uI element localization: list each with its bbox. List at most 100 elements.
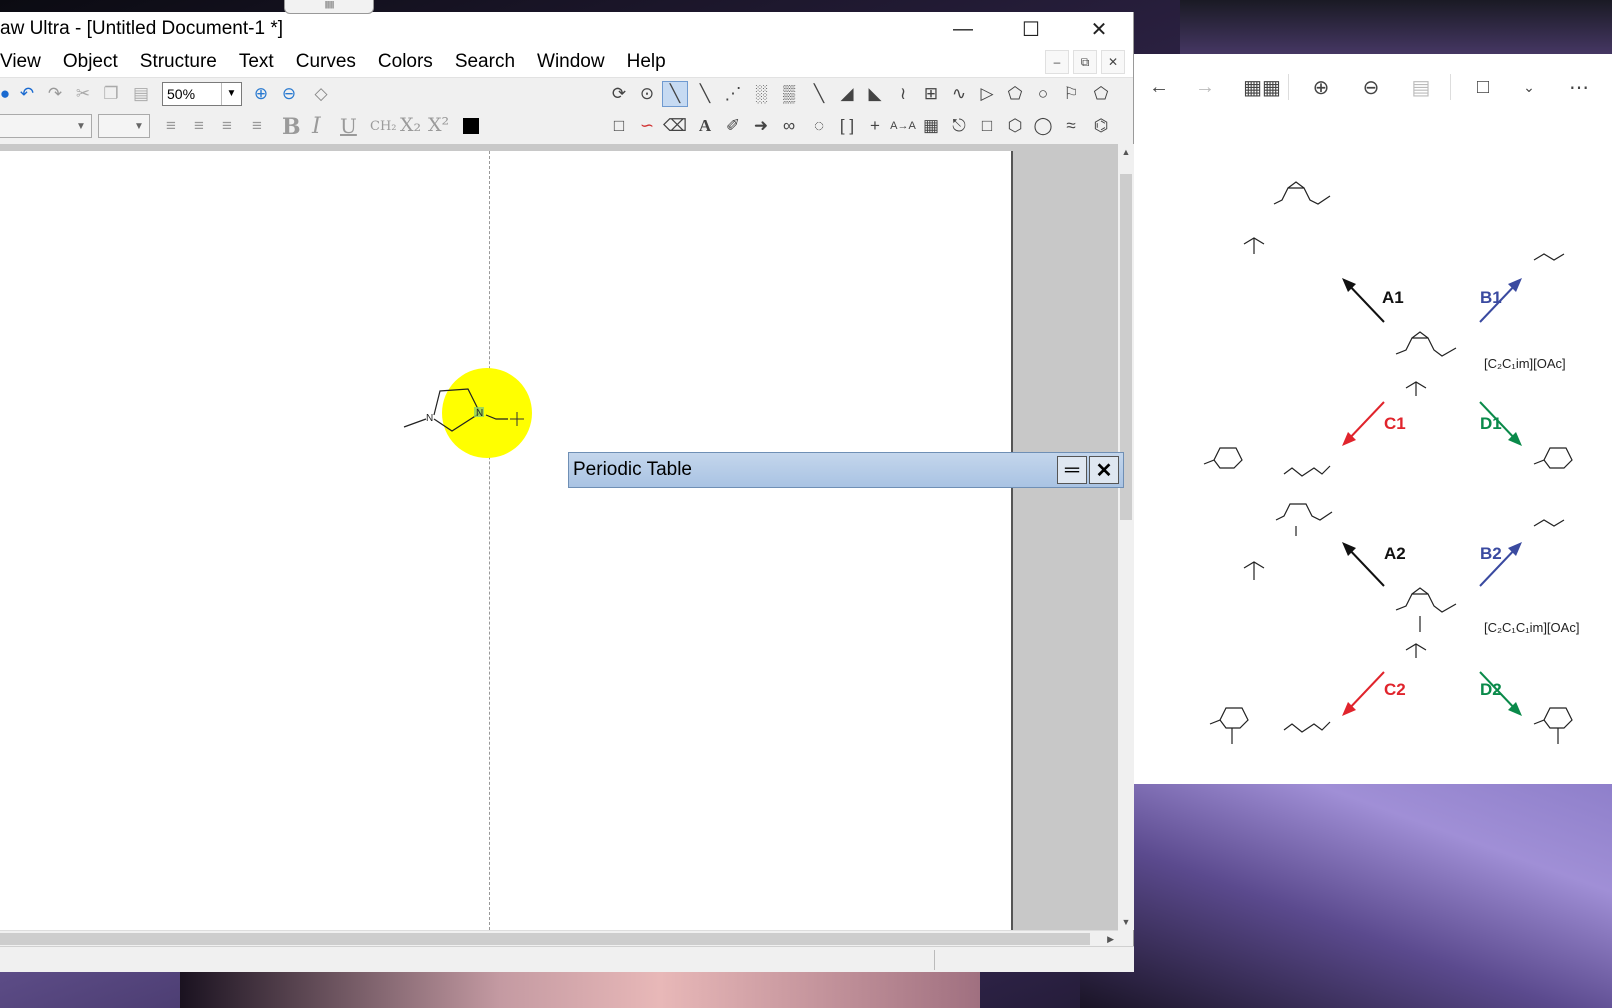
- copy-icon[interactable]: ❐: [98, 81, 124, 107]
- template-icon[interactable]: ▦: [918, 113, 944, 139]
- formula-button[interactable]: CH₂: [370, 119, 397, 134]
- chevron-down-icon[interactable]: ▼: [71, 115, 91, 137]
- molecule-structure[interactable]: N N: [396, 369, 596, 469]
- undo-icon[interactable]: ↶: [14, 81, 40, 107]
- menu-object[interactable]: Object: [52, 51, 129, 73]
- redo-icon[interactable]: ↷: [42, 81, 68, 107]
- menu-view[interactable]: View: [0, 51, 52, 73]
- more-icon[interactable]: ⋯: [1564, 72, 1594, 102]
- pentagon-icon[interactable]: ⬠: [1002, 81, 1028, 107]
- circle-icon[interactable]: ○: [1030, 81, 1056, 107]
- hexagon-icon[interactable]: ⬡: [1002, 113, 1028, 139]
- back-arrow-icon[interactable]: ←: [1144, 72, 1174, 102]
- forward-arrow-icon[interactable]: →: [1190, 72, 1220, 102]
- ellipse-icon[interactable]: ◯: [1030, 113, 1056, 139]
- minimize-button[interactable]: —: [929, 12, 997, 46]
- zoom-out-icon[interactable]: ⊖: [276, 81, 302, 107]
- scroll-down-icon[interactable]: ▼: [1118, 914, 1134, 930]
- subscript-button[interactable]: X₂: [400, 114, 421, 136]
- doc-minimize-button[interactable]: –: [1045, 50, 1069, 74]
- chevron-down-icon[interactable]: ⌄: [1514, 72, 1544, 102]
- maximize-button[interactable]: ☐: [997, 12, 1065, 46]
- dashed-bond-icon[interactable]: ⋰: [720, 81, 746, 107]
- font-select[interactable]: ▼: [0, 114, 92, 138]
- font-size-select[interactable]: ▼: [98, 114, 150, 138]
- drawing-canvas[interactable]: N N: [0, 151, 1013, 930]
- actual-size-icon[interactable]: ▤: [1406, 72, 1436, 102]
- doc-close-button[interactable]: ✕: [1101, 50, 1125, 74]
- superscript-button[interactable]: X²: [428, 114, 449, 136]
- arrow-icon[interactable]: ➜: [748, 113, 774, 139]
- chevron-down-icon[interactable]: ▼: [221, 83, 241, 105]
- table-icon[interactable]: ⊞: [918, 81, 944, 107]
- scroll-thumb[interactable]: [0, 933, 1090, 945]
- fit-icon[interactable]: ◇: [308, 81, 334, 107]
- bold-bond-icon[interactable]: ╲: [806, 81, 832, 107]
- align-left-icon[interactable]: ≡: [158, 113, 184, 139]
- hashed-wedge-icon[interactable]: ▒: [776, 81, 802, 107]
- menu-help[interactable]: Help: [616, 51, 677, 73]
- title-bar: aw Ultra - [Untitled Document-1 *] — ☐ ✕: [0, 12, 1133, 46]
- menu-window[interactable]: Window: [526, 51, 616, 73]
- align-center-icon[interactable]: ≡: [186, 113, 212, 139]
- query-icon[interactable]: A→A: [890, 113, 916, 139]
- chain-icon[interactable]: ∿: [946, 81, 972, 107]
- double-bond-icon[interactable]: ╲: [692, 81, 718, 107]
- brackets-icon[interactable]: [ ]: [834, 113, 860, 139]
- color-swatch-icon[interactable]: [458, 113, 484, 139]
- window-grabber[interactable]: ||||||||: [284, 0, 374, 14]
- zoom-out-icon[interactable]: ⊖: [1356, 72, 1386, 102]
- collapse-button[interactable]: ═: [1057, 456, 1087, 484]
- zoom-in-icon[interactable]: ⊕: [248, 81, 274, 107]
- structure-perspective-icon[interactable]: ⊙: [634, 81, 660, 107]
- justify-icon[interactable]: ≡: [244, 113, 270, 139]
- vertical-scrollbar[interactable]: ▲ ▼: [1118, 144, 1134, 930]
- italic-button[interactable]: I: [312, 114, 321, 139]
- triangle-icon[interactable]: ▷: [974, 81, 1000, 107]
- doc-restore-button[interactable]: ⧉: [1073, 50, 1097, 74]
- wedge-bond-icon[interactable]: ◢: [834, 81, 860, 107]
- lasso-icon[interactable]: ⟳: [606, 81, 632, 107]
- underline-button[interactable]: U: [340, 114, 357, 138]
- close-icon[interactable]: ✕: [1089, 456, 1119, 484]
- paste-icon[interactable]: ▤: [128, 81, 154, 107]
- cyclopentane-icon[interactable]: ⬠: [1088, 81, 1114, 107]
- close-button[interactable]: ✕: [1065, 12, 1133, 46]
- charge-icon[interactable]: +: [862, 113, 888, 139]
- stamp-icon[interactable]: ⎋: [946, 113, 972, 139]
- orbital-icon[interactable]: ∞: [776, 113, 802, 139]
- guide-line: [489, 151, 490, 930]
- rotate-icon[interactable]: □: [1468, 72, 1498, 102]
- flag-icon[interactable]: ⚐: [1058, 81, 1084, 107]
- zoom-in-icon[interactable]: ⊕: [1306, 72, 1336, 102]
- benzene-icon[interactable]: ⌬: [1088, 113, 1114, 139]
- zoom-select[interactable]: 50% ▼: [162, 82, 242, 106]
- menu-text[interactable]: Text: [228, 51, 285, 73]
- pen-icon[interactable]: ✐: [720, 113, 746, 139]
- dashed-circle-icon[interactable]: ◌: [806, 113, 832, 139]
- cut-icon[interactable]: ✂: [70, 81, 96, 107]
- marquee-icon[interactable]: □: [606, 113, 632, 139]
- menu-search[interactable]: Search: [444, 51, 526, 73]
- curve-icon[interactable]: ≈: [1058, 113, 1084, 139]
- eraser-icon[interactable]: ⌫: [662, 113, 688, 139]
- rectangle-icon[interactable]: □: [974, 113, 1000, 139]
- scroll-up-icon[interactable]: ▲: [1118, 144, 1134, 160]
- gallery-icon[interactable]: ▦▦: [1242, 72, 1282, 102]
- align-right-icon[interactable]: ≡: [214, 113, 240, 139]
- scroll-right-icon[interactable]: ▶: [1107, 931, 1114, 947]
- bold-button[interactable]: B: [282, 114, 301, 140]
- chevron-down-icon[interactable]: ▼: [129, 115, 149, 137]
- solid-bond-icon[interactable]: ╲: [662, 81, 688, 107]
- atom-n-label: N: [426, 413, 433, 424]
- wavy-bond-icon[interactable]: ≀: [890, 81, 916, 107]
- periodic-table-panel[interactable]: Periodic Table ═ ✕: [568, 452, 1124, 488]
- horizontal-scrollbar[interactable]: ▶: [0, 930, 1118, 946]
- hollow-wedge-icon[interactable]: ◣: [862, 81, 888, 107]
- bond-chain-icon[interactable]: ∽: [634, 113, 660, 139]
- hashed-bond-icon[interactable]: ░: [748, 81, 774, 107]
- menu-structure[interactable]: Structure: [129, 51, 228, 73]
- menu-curves[interactable]: Curves: [285, 51, 367, 73]
- text-tool-icon[interactable]: A: [692, 113, 718, 139]
- menu-colors[interactable]: Colors: [367, 51, 444, 73]
